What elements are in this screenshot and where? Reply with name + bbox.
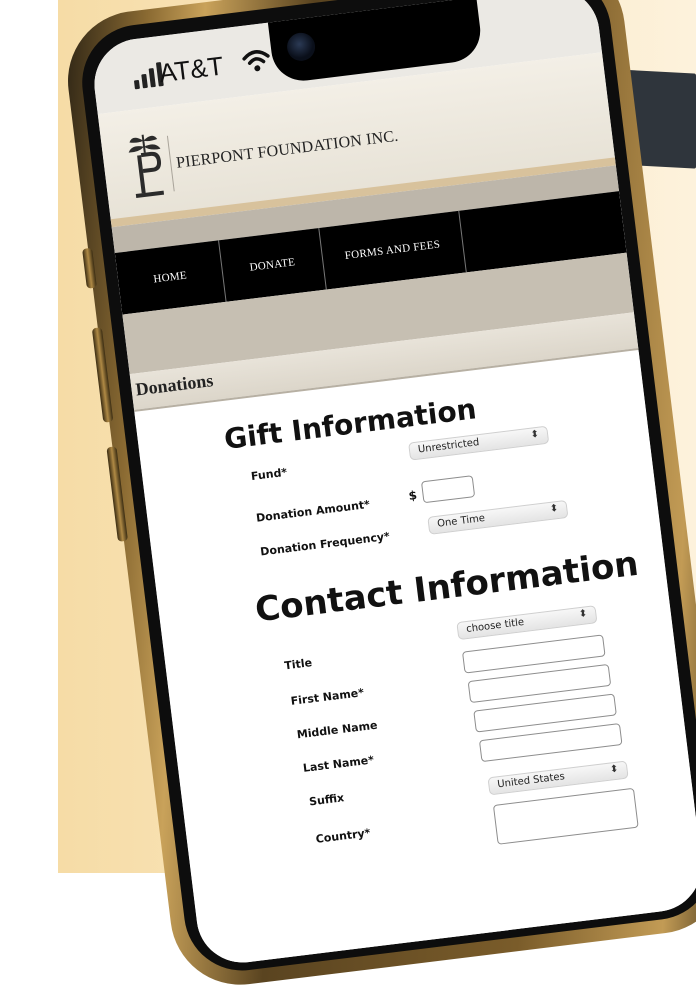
site-name[interactable]: PIERPONT FOUNDATION INC.	[175, 128, 399, 173]
chevron-updown-icon: ⬍	[578, 608, 588, 621]
currency-symbol: $	[407, 488, 418, 504]
backdrop-left	[0, 0, 58, 873]
country-select-value: United States	[496, 771, 566, 791]
carrier-label: AT&T	[157, 50, 226, 89]
title-label: Title	[283, 656, 313, 673]
donation-amount-input[interactable]	[420, 475, 476, 504]
chevron-updown-icon: ⬍	[609, 763, 620, 776]
suffix-label: Suffix	[308, 791, 345, 809]
chevron-updown-icon: ⬍	[530, 428, 540, 441]
donation-amount-label: Donation Amount*	[255, 497, 371, 525]
address-input[interactable]	[492, 787, 639, 845]
chevron-updown-icon: ⬍	[549, 502, 559, 515]
middle-name-label: Middle Name	[296, 718, 379, 742]
last-name-label: Last Name*	[302, 753, 375, 775]
donation-frequency-value: One Time	[436, 512, 486, 530]
title-select-value: choose title	[465, 616, 525, 635]
fund-select-value: Unrestricted	[417, 437, 480, 456]
title-select[interactable]: choose title ⬍	[456, 605, 598, 641]
first-name-label: First Name*	[289, 686, 365, 708]
fund-label: Fund*	[250, 465, 288, 484]
donation-frequency-select[interactable]: One Time ⬍	[427, 499, 569, 535]
country-label: Country*	[314, 826, 372, 846]
foundation-logo-icon[interactable]	[122, 128, 170, 202]
donation-form: Gift Information Fund* Unrestricted ⬍ Do…	[134, 351, 696, 968]
wifi-icon	[242, 50, 270, 72]
page-title: Donations	[134, 370, 215, 400]
donation-frequency-label: Donation Frequency*	[259, 529, 391, 559]
